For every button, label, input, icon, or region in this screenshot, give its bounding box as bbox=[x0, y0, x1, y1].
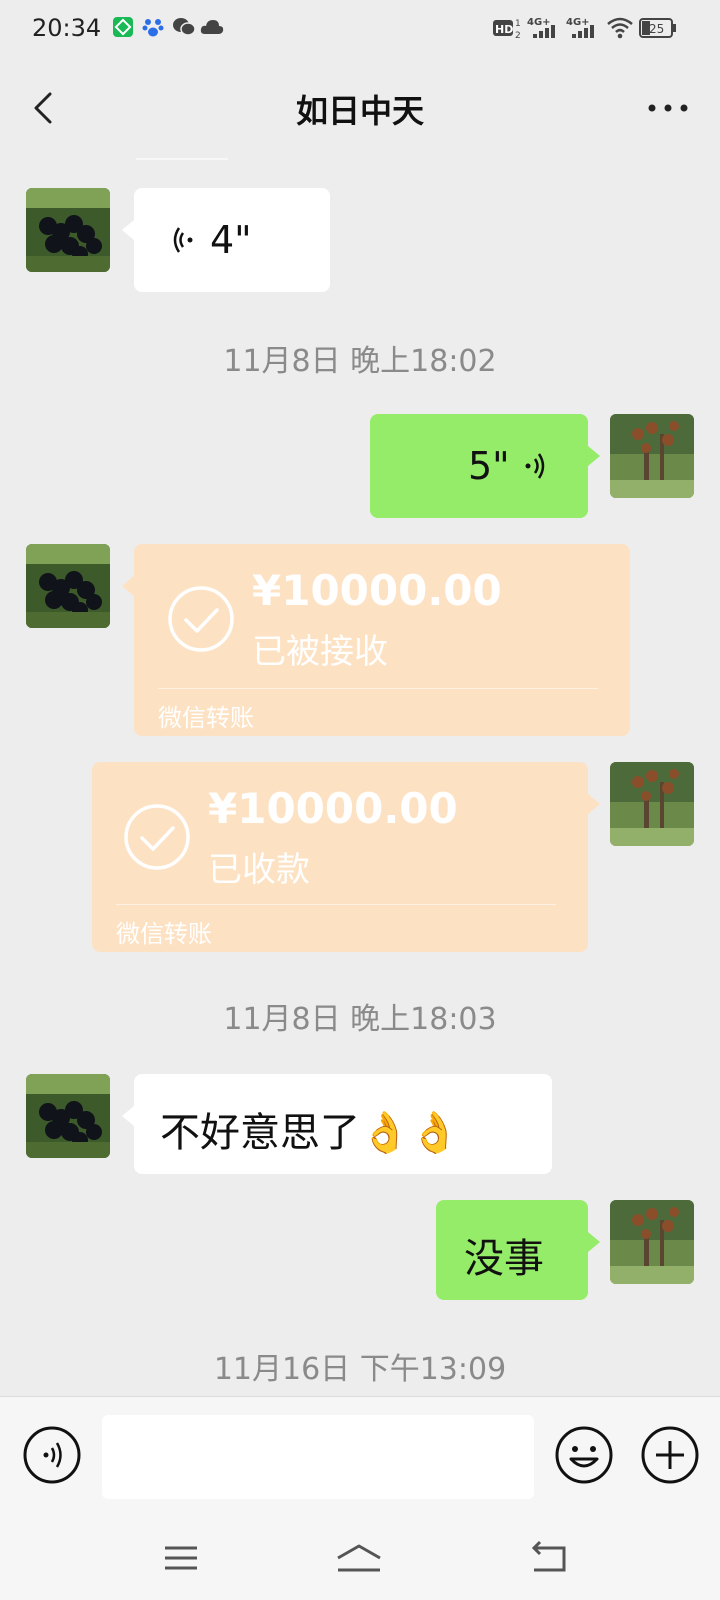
transfer-label: 微信转账 bbox=[158, 704, 254, 732]
back-icon[interactable] bbox=[524, 1538, 574, 1578]
system-nav-bar bbox=[0, 1522, 720, 1600]
wechat-icon bbox=[172, 16, 196, 40]
app-green-icon bbox=[112, 16, 136, 40]
more-button[interactable] bbox=[640, 82, 696, 134]
message-text: 没事 bbox=[464, 1236, 544, 1282]
scroll-hint bbox=[136, 158, 228, 160]
avatar-contact[interactable] bbox=[26, 188, 110, 272]
menu-icon[interactable] bbox=[156, 1538, 206, 1578]
message-input[interactable] bbox=[102, 1415, 534, 1499]
message-bubble-text[interactable]: 没事 bbox=[436, 1200, 600, 1300]
chat-title: 如日中天 bbox=[295, 92, 424, 130]
voice-input-icon[interactable] bbox=[22, 1425, 82, 1485]
avatar-self[interactable] bbox=[610, 762, 694, 846]
transfer-status: 已被接收 bbox=[252, 632, 388, 672]
svg-text:1: 1 bbox=[515, 19, 521, 29]
voice-duration: 5" bbox=[468, 444, 510, 488]
signal-4g-icon: 4G+ bbox=[527, 14, 563, 42]
check-circle-icon bbox=[122, 802, 192, 876]
svg-text:2: 2 bbox=[515, 31, 521, 41]
avatar-contact[interactable] bbox=[26, 544, 110, 628]
signal-4g-icon: 4G+ bbox=[566, 14, 602, 42]
svg-text:4G+: 4G+ bbox=[527, 17, 551, 28]
more-dots-icon bbox=[648, 104, 688, 112]
cloud-icon bbox=[200, 16, 224, 40]
divider bbox=[116, 904, 556, 905]
message-bubble-voice[interactable]: 5" bbox=[370, 414, 600, 518]
check-circle-icon bbox=[166, 584, 236, 658]
transfer-status: 已收款 bbox=[208, 850, 310, 890]
timestamp: 11月16日 下午13:09 bbox=[213, 1352, 507, 1387]
baidu-paw-icon bbox=[142, 16, 166, 40]
hd-icon: HD 1 2 bbox=[492, 14, 522, 42]
emoji-icon[interactable] bbox=[554, 1425, 614, 1485]
transfer-card[interactable]: ¥10000.00 已被接收 微信转账 bbox=[122, 544, 630, 736]
transfer-amount: ¥10000.00 bbox=[208, 784, 458, 833]
message-bubble-voice[interactable]: 4" bbox=[122, 188, 330, 292]
svg-text:HD: HD bbox=[495, 23, 513, 36]
message-text: 不好意思了👌👌 bbox=[160, 1110, 460, 1156]
status-bar: 20:34 HD 1 2 4G+ 4G+ 25 bbox=[0, 0, 720, 58]
transfer-card[interactable]: ¥10000.00 已收款 微信转账 bbox=[92, 762, 600, 952]
avatar-self[interactable] bbox=[610, 1200, 694, 1284]
divider bbox=[158, 688, 598, 689]
voice-wave-icon bbox=[170, 224, 196, 260]
battery-icon: 25 bbox=[638, 14, 678, 42]
voice-duration: 4" bbox=[210, 218, 252, 262]
message-bubble-text[interactable]: 不好意思了👌👌 bbox=[122, 1074, 552, 1174]
avatar-self[interactable] bbox=[610, 414, 694, 498]
timestamp: 11月8日 晚上18:02 bbox=[223, 344, 497, 379]
chat-header: 如日中天 bbox=[0, 58, 720, 158]
svg-text:4G+: 4G+ bbox=[566, 17, 590, 28]
voice-wave-icon bbox=[522, 450, 548, 486]
timestamp: 11月8日 晚上18:03 bbox=[223, 1002, 497, 1037]
wifi-icon bbox=[606, 14, 634, 42]
avatar-contact[interactable] bbox=[26, 1074, 110, 1158]
input-bar bbox=[0, 1396, 720, 1522]
home-icon[interactable] bbox=[334, 1538, 384, 1578]
status-time: 20:34 bbox=[32, 14, 102, 42]
battery-level: 25 bbox=[649, 22, 664, 36]
transfer-amount: ¥10000.00 bbox=[252, 566, 502, 615]
transfer-label: 微信转账 bbox=[116, 920, 212, 948]
plus-icon[interactable] bbox=[640, 1425, 700, 1485]
